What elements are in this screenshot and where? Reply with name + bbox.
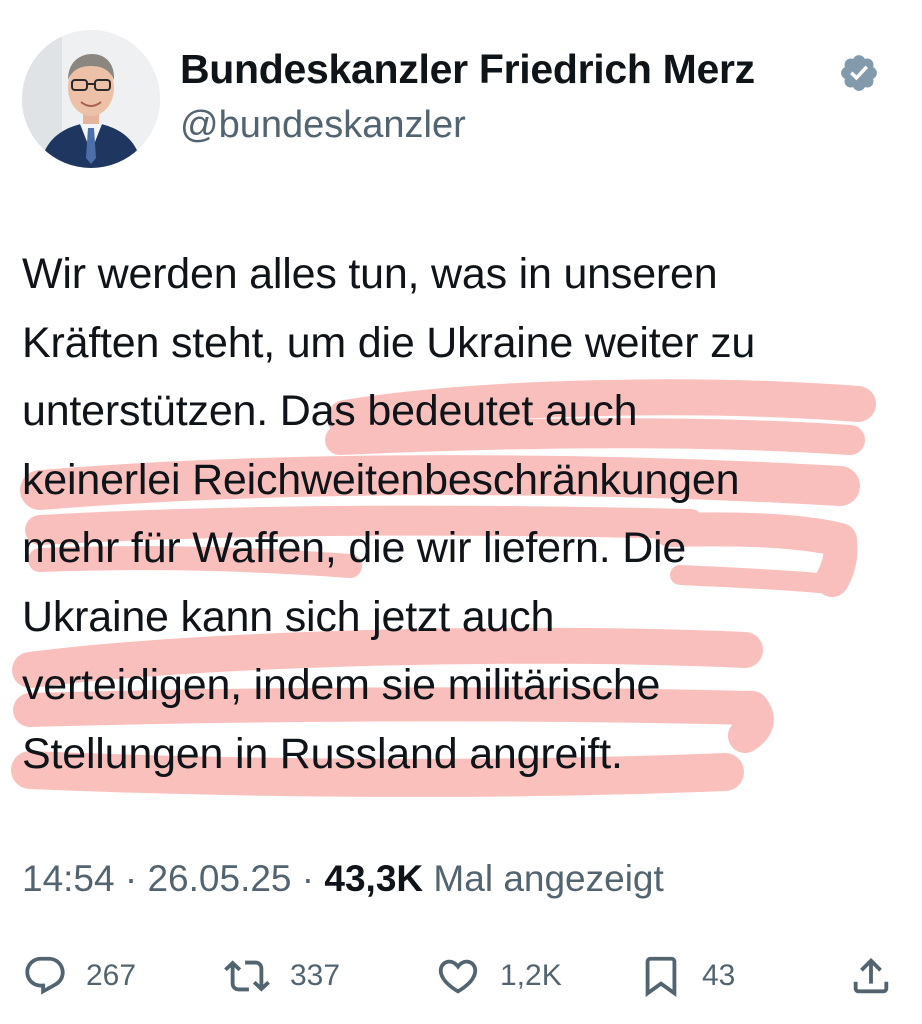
- views-label: Mal angezeigt: [433, 858, 664, 899]
- repost-icon: [224, 960, 270, 992]
- bookmark-count: 43: [702, 959, 736, 992]
- profile-photo: [22, 30, 160, 168]
- repost-button[interactable]: 337: [222, 948, 340, 1004]
- tweet-meta: 14:54 · 26.05.25 · 43,3K Mal angezeigt: [22, 858, 664, 900]
- bookmark-button[interactable]: 43: [638, 948, 735, 1004]
- reply-button[interactable]: 267: [22, 948, 136, 1004]
- reply-count: 267: [86, 959, 137, 992]
- display-name[interactable]: Bundeskanzler Friedrich Merz: [180, 46, 755, 93]
- meta-separator: ·: [124, 858, 138, 899]
- views-count[interactable]: 43,3K: [324, 858, 423, 899]
- reply-icon: [25, 956, 65, 995]
- tweet-text: Wir werden alles tun, was in unseren Krä…: [22, 250, 756, 778]
- timestamp-time[interactable]: 14:54: [22, 858, 115, 899]
- meta-separator: ·: [301, 858, 315, 899]
- bookmark-icon: [645, 956, 677, 997]
- like-button[interactable]: 1,2K: [434, 948, 562, 1004]
- repost-count: 337: [290, 959, 341, 992]
- action-bar: 267 337 1,2K 43: [0, 948, 922, 1004]
- timestamp-date[interactable]: 26.05.25: [147, 858, 291, 899]
- avatar[interactable]: [22, 30, 160, 168]
- share-button[interactable]: [848, 948, 894, 1004]
- handle[interactable]: @bundeskanzler: [180, 104, 466, 147]
- heart-icon: [438, 959, 478, 994]
- share-icon: [853, 957, 889, 994]
- like-count: 1,2K: [500, 959, 562, 992]
- verified-badge-icon: [841, 55, 877, 91]
